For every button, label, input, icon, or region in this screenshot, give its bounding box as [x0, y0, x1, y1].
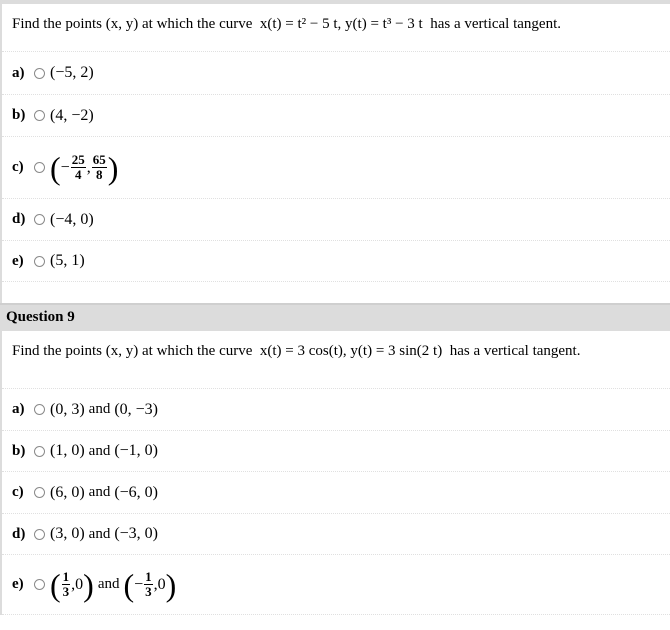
- comma: ,: [86, 158, 91, 176]
- prompt-curve: x(t) = t² − 5 t, y(t) = t³ − 3 t: [259, 16, 423, 32]
- zero: 0: [75, 575, 84, 593]
- option-e[interactable]: e) (5, 1): [2, 241, 670, 282]
- option-label: b): [12, 107, 26, 123]
- option-label: c): [12, 159, 24, 175]
- radio-button[interactable]: [34, 445, 45, 457]
- prompt-text: Find the points: [12, 343, 103, 359]
- point-2: (−3, 0): [114, 525, 159, 542]
- point-2: (−1, 0): [114, 442, 159, 459]
- question-9-header: Question 9: [0, 303, 670, 331]
- paren-close: ): [83, 566, 94, 603]
- point-2: (−6, 0): [114, 483, 159, 501]
- paren-open: (: [50, 149, 61, 186]
- paren-open: (: [123, 566, 135, 603]
- option-c[interactable]: c) (6, 0) and (−6, 0): [2, 472, 670, 514]
- denominator: 3: [62, 584, 70, 599]
- option-label: d): [12, 525, 26, 542]
- radio-button[interactable]: [34, 487, 45, 498]
- point-1: (6, 0): [50, 483, 85, 501]
- option-value: (−4, 0): [50, 210, 94, 228]
- and-word: and: [88, 401, 111, 417]
- prompt-text: at which the curve: [142, 343, 253, 359]
- prompt-text: Find the points: [12, 16, 103, 32]
- numerator: 25: [70, 152, 86, 168]
- prompt-text: at which the curve: [142, 16, 253, 32]
- and-word: and: [88, 484, 111, 500]
- radio-button[interactable]: [34, 214, 45, 225]
- option-b[interactable]: b) (1, 0) and (−1, 0): [2, 431, 670, 472]
- option-a[interactable]: a) (0, 3) and (0, −3): [2, 389, 670, 431]
- option-e[interactable]: e) ( 13 , 0 ) and ( − 13 , 0 ): [2, 555, 670, 615]
- fraction: 13: [144, 570, 153, 599]
- radio-button[interactable]: [34, 110, 45, 121]
- and-word: and: [88, 442, 111, 459]
- option-value: (4, −2): [50, 106, 94, 124]
- option-label: a): [12, 401, 25, 417]
- zero: 0: [157, 575, 166, 593]
- option-d[interactable]: d) (3, 0) and (−3, 0): [2, 514, 670, 555]
- fraction: 65 8: [91, 152, 107, 182]
- prompt-curve: x(t) = 3 cos(t), y(t) = 3 sin(2 t): [259, 343, 443, 359]
- point-2: (0, −3): [114, 400, 159, 418]
- denominator: 4: [74, 167, 82, 182]
- question-8-block: Find the points (x, y) at which the curv…: [0, 4, 670, 303]
- numerator: 1: [61, 569, 71, 585]
- question-9-block: Find the points (x, y) at which the curv…: [0, 331, 670, 615]
- option-value: (−5, 2): [50, 64, 94, 81]
- option-label: b): [12, 442, 26, 459]
- radio-button[interactable]: [34, 404, 45, 415]
- point-1: (0, 3): [50, 400, 85, 418]
- prompt-xy: (x, y): [105, 16, 139, 32]
- paren-close: ): [107, 149, 119, 186]
- option-c[interactable]: c) ( − 25 4 , 65 8 ): [2, 137, 670, 199]
- minus-sign: −: [134, 575, 144, 593]
- paren-open: (: [50, 566, 61, 603]
- and-word: and: [88, 525, 111, 542]
- option-label: e): [12, 576, 24, 592]
- prompt-text: has a vertical tangent.: [449, 343, 581, 359]
- option-label: c): [12, 484, 24, 500]
- point-1: (3, 0): [50, 525, 85, 542]
- option-value: (5, 1): [50, 252, 85, 269]
- radio-button[interactable]: [34, 579, 45, 590]
- radio-button[interactable]: [34, 528, 45, 540]
- radio-button[interactable]: [34, 255, 45, 267]
- minus-sign: −: [60, 158, 70, 176]
- option-a[interactable]: a) (−5, 2): [2, 52, 670, 95]
- radio-button[interactable]: [34, 162, 45, 173]
- option-d[interactable]: d) (−4, 0): [2, 199, 670, 241]
- paren-close: ): [165, 566, 177, 603]
- question-9-prompt: Find the points (x, y) at which the curv…: [2, 331, 670, 389]
- and-word: and: [97, 576, 120, 592]
- option-label: d): [12, 211, 26, 227]
- option-label: e): [12, 252, 24, 269]
- denominator: 3: [145, 584, 152, 599]
- prompt-text: has a vertical tangent.: [430, 16, 561, 32]
- numerator: 1: [144, 569, 153, 585]
- prompt-xy: (x, y): [105, 343, 139, 359]
- denominator: 8: [95, 167, 103, 182]
- question-8-prompt: Find the points (x, y) at which the curv…: [2, 4, 670, 52]
- radio-button[interactable]: [34, 67, 45, 79]
- fraction: 13: [61, 569, 71, 599]
- numerator: 65: [91, 152, 107, 168]
- option-b[interactable]: b) (4, −2): [2, 95, 670, 137]
- option-label: a): [12, 64, 25, 81]
- point-1: (1, 0): [50, 442, 85, 459]
- fraction: 25 4: [70, 152, 86, 182]
